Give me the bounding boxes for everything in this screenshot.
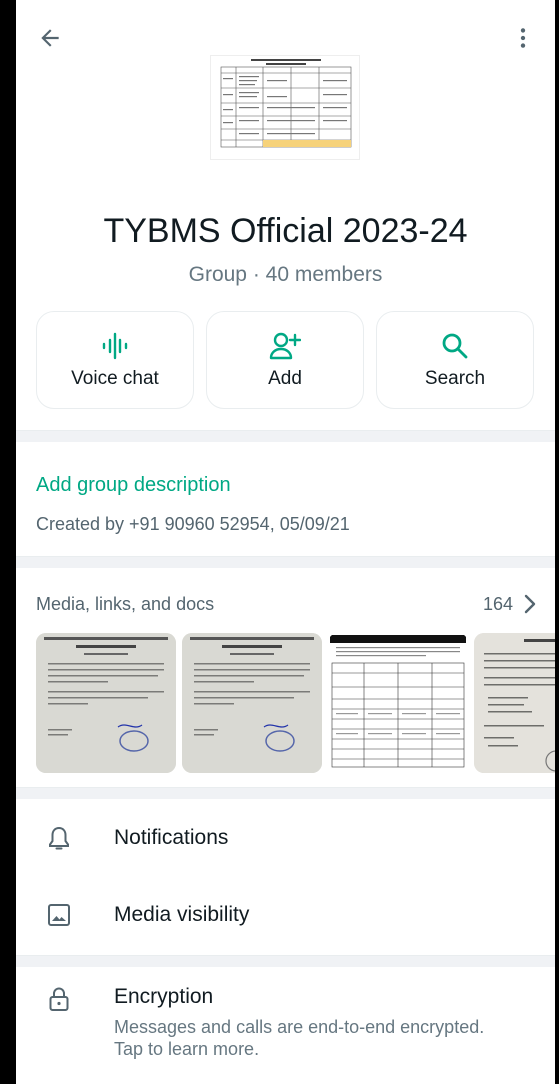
back-button[interactable] [32, 20, 68, 56]
encryption-label: Encryption [114, 985, 214, 1008]
voice-chat-label: Voice chat [71, 368, 159, 389]
notifications-row[interactable]: Notifications [16, 810, 555, 866]
bell-icon [49, 826, 69, 850]
add-person-icon [269, 332, 301, 360]
media-thumbnail[interactable] [36, 633, 176, 773]
group-member-count: Group · 40 members [188, 263, 383, 286]
section-divider [16, 430, 555, 442]
more-vertical-icon [520, 28, 526, 48]
table-document-image [328, 633, 468, 773]
section-divider [16, 955, 555, 967]
media-visibility-label: Media visibility [114, 903, 250, 926]
more-options-button[interactable] [505, 20, 541, 56]
media-chevron[interactable] [519, 592, 541, 616]
add-label: Add [268, 368, 302, 389]
media-visibility-row[interactable]: Media visibility [16, 887, 555, 943]
notice-document-image [36, 633, 176, 773]
search-button[interactable]: Search [376, 311, 534, 409]
handwritten-document-image [474, 633, 555, 773]
action-buttons: Voice chat Add Search [36, 311, 535, 409]
group-info-screen: TYBMS Official 2023-24 Group · 40 member… [16, 0, 555, 1084]
notice-document-image [182, 633, 322, 773]
section-divider [16, 556, 555, 568]
add-member-button[interactable]: Add [206, 311, 364, 409]
media-thumbnail[interactable] [182, 633, 322, 773]
encryption-description: Messages and calls are end-to-end encryp… [114, 1017, 485, 1059]
media-title: Media, links, and docs [36, 594, 215, 614]
media-count: 164 [482, 594, 513, 614]
media-thumbnails [36, 633, 555, 773]
image-icon [48, 904, 70, 926]
search-label: Search [424, 368, 486, 389]
search-icon [442, 333, 468, 359]
timetable-image [211, 56, 359, 159]
chevron-right-icon [524, 594, 536, 614]
voice-chat-button[interactable]: Voice chat [36, 311, 194, 409]
media-thumbnail[interactable] [328, 633, 468, 773]
media-links-docs-header[interactable]: Media, links, and docs 164 [36, 594, 541, 618]
back-arrow-icon [41, 29, 59, 47]
lock-icon [49, 987, 69, 1011]
created-by-text: Created by +91 90960 52954, 05/09/21 [36, 514, 350, 534]
section-divider [16, 787, 555, 799]
voice-chat-icon [102, 332, 128, 360]
notifications-label: Notifications [114, 826, 229, 849]
group-name[interactable]: TYBMS Official 2023-24 [16, 212, 555, 251]
group-avatar[interactable] [210, 55, 360, 160]
add-group-description-link[interactable]: Add group description [36, 474, 231, 497]
media-thumbnail[interactable] [474, 633, 555, 773]
